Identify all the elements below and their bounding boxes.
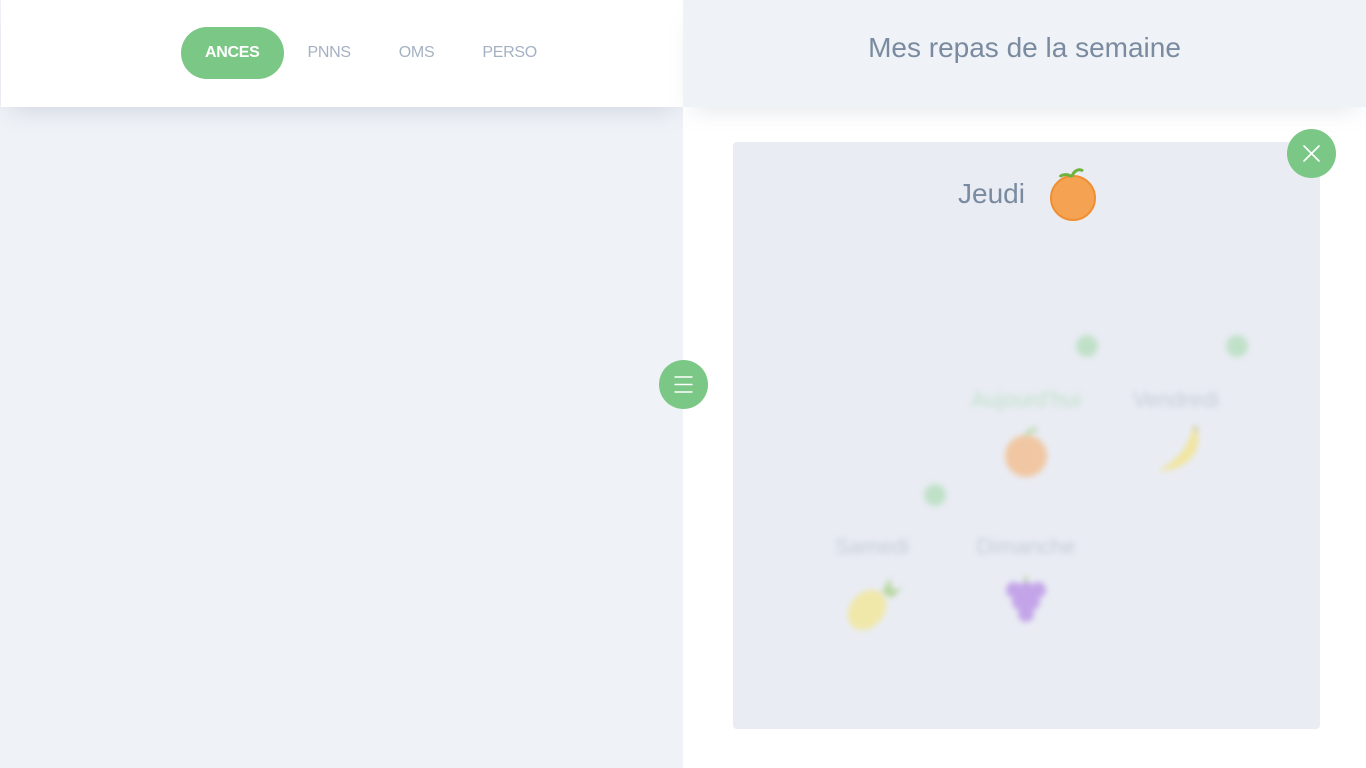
- top-nav-bar: ANCES PNNS OMS PERSO: [1, 0, 683, 107]
- orange-icon: [1005, 427, 1047, 477]
- day-item-friday[interactable]: Vendredi: [1106, 387, 1246, 485]
- status-dot: [1076, 335, 1098, 357]
- day-item-label: Vendredi: [1132, 387, 1220, 412]
- grapes-icon: [1006, 576, 1046, 622]
- orange-icon: [1050, 168, 1096, 221]
- day-item-label: Dimanche: [976, 534, 1076, 559]
- day-item-label: Samedi: [834, 534, 910, 559]
- status-dot: [1226, 335, 1248, 357]
- banana-icon: [1158, 425, 1199, 471]
- left-panel: ANCES PNNS OMS PERSO: [0, 0, 683, 768]
- menu-button[interactable]: [659, 360, 708, 409]
- week-meals-panel: Mes repas de la semaine Aujourd'hui Vend…: [683, 0, 1366, 768]
- background-day-selector: Aujourd'hui Vendredi Samedi Dimanche: [733, 142, 1320, 729]
- day-card: Aujourd'hui Vendredi Samedi Dimanche Jeu…: [733, 142, 1320, 729]
- tab-ances[interactable]: ANCES: [181, 27, 284, 79]
- close-button[interactable]: [1287, 129, 1336, 178]
- close-icon: [1303, 145, 1320, 162]
- tab-perso[interactable]: PERSO: [458, 27, 561, 79]
- day-item-today[interactable]: Aujourd'hui: [956, 387, 1096, 485]
- pineapple-icon: [847, 578, 902, 631]
- reference-tabs: ANCES PNNS OMS PERSO: [181, 27, 561, 79]
- hamburger-menu-icon: [674, 376, 693, 393]
- status-dot: [924, 484, 946, 506]
- tab-oms[interactable]: OMS: [375, 27, 459, 79]
- day-item-label: Aujourd'hui: [971, 387, 1081, 412]
- page-title: Mes repas de la semaine: [868, 32, 1181, 63]
- tab-pnns[interactable]: PNNS: [284, 27, 375, 79]
- week-meals-header: Mes repas de la semaine: [683, 0, 1366, 107]
- day-item-sunday[interactable]: Dimanche: [956, 534, 1096, 632]
- day-item-saturday[interactable]: Samedi: [802, 534, 942, 639]
- day-title: Jeudi: [958, 178, 1025, 209]
